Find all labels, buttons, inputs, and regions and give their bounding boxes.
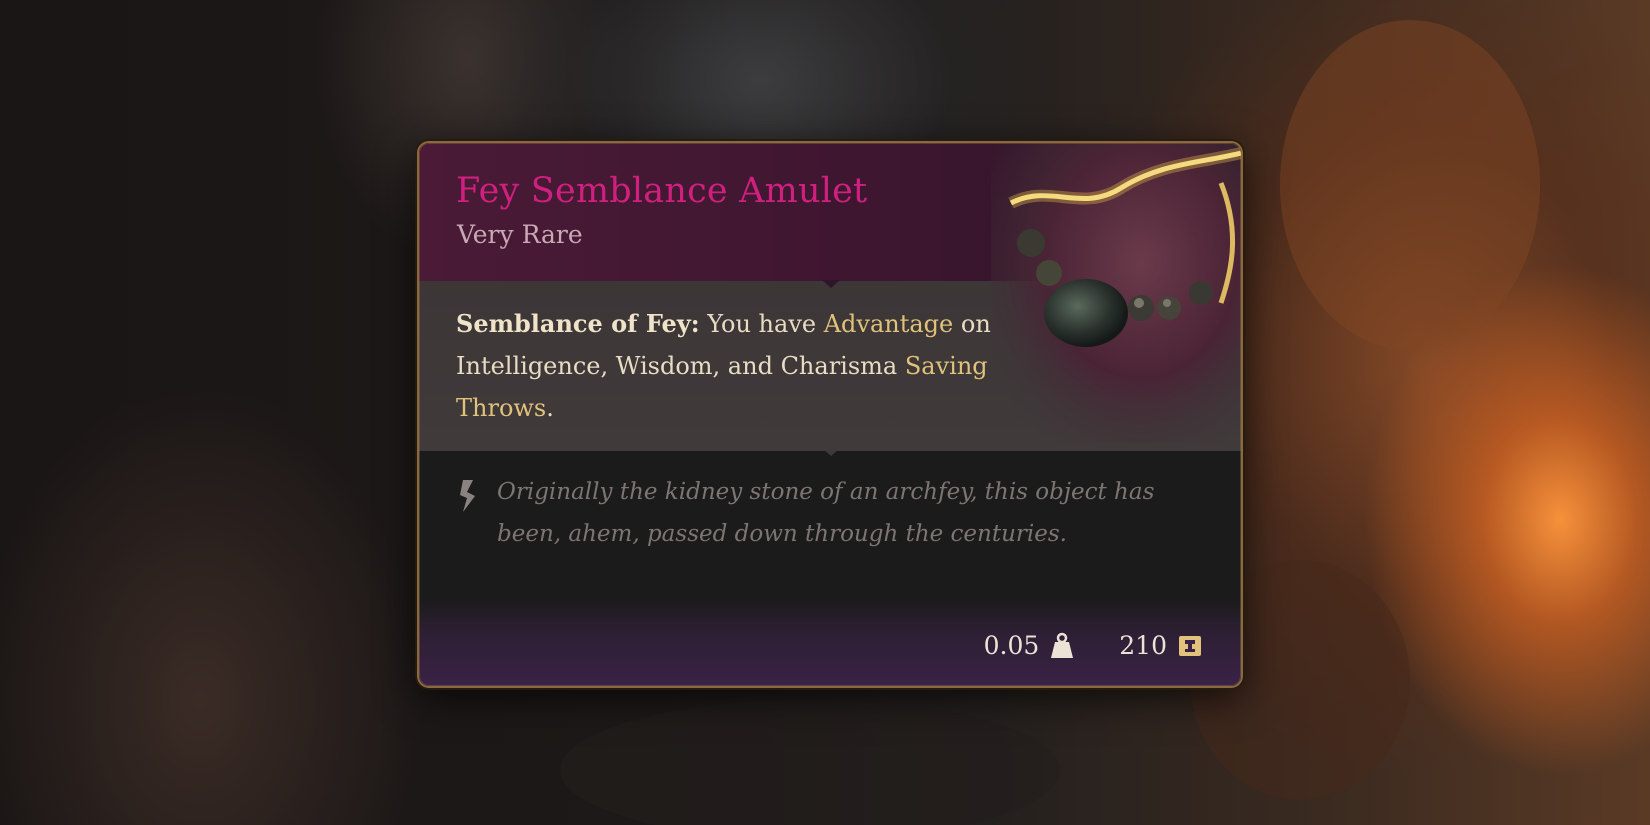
item-rarity: Very Rare [457, 220, 583, 249]
section-notch [822, 448, 840, 456]
item-flavor-text: Originally the kidney stone of an archfe… [497, 479, 1155, 547]
item-stats: 0.05 210 [984, 631, 1203, 660]
effect-name: Semblance of Fey: [456, 309, 700, 338]
game-background: Fey Semblance Amulet Very Rare Semblance… [0, 0, 1650, 825]
item-name: Fey Semblance Amulet [456, 171, 868, 211]
item-tooltip: Fey Semblance Amulet Very Rare Semblance… [417, 141, 1243, 688]
item-weight: 0.05 [983, 631, 1040, 660]
tooltip-footer: 0.05 210 [419, 601, 1241, 686]
item-flavor-section: Originally the kidney stone of an archfe… [419, 451, 1241, 601]
effect-text-part: You have [699, 310, 824, 338]
background-light-blob [1280, 20, 1540, 350]
effect-text-part: . [546, 394, 554, 422]
amulet-artwork [991, 143, 1241, 443]
weight-icon [1051, 632, 1074, 658]
gold-coin-icon [1179, 635, 1201, 656]
item-effect-text: Semblance of Fey: You have Advantage on … [456, 303, 1016, 429]
item-value: 210 [1119, 631, 1167, 660]
keyword-advantage[interactable]: Advantage [824, 310, 954, 338]
background-floor-blob [560, 700, 1060, 825]
quote-icon [460, 480, 475, 512]
section-notch [822, 280, 840, 288]
